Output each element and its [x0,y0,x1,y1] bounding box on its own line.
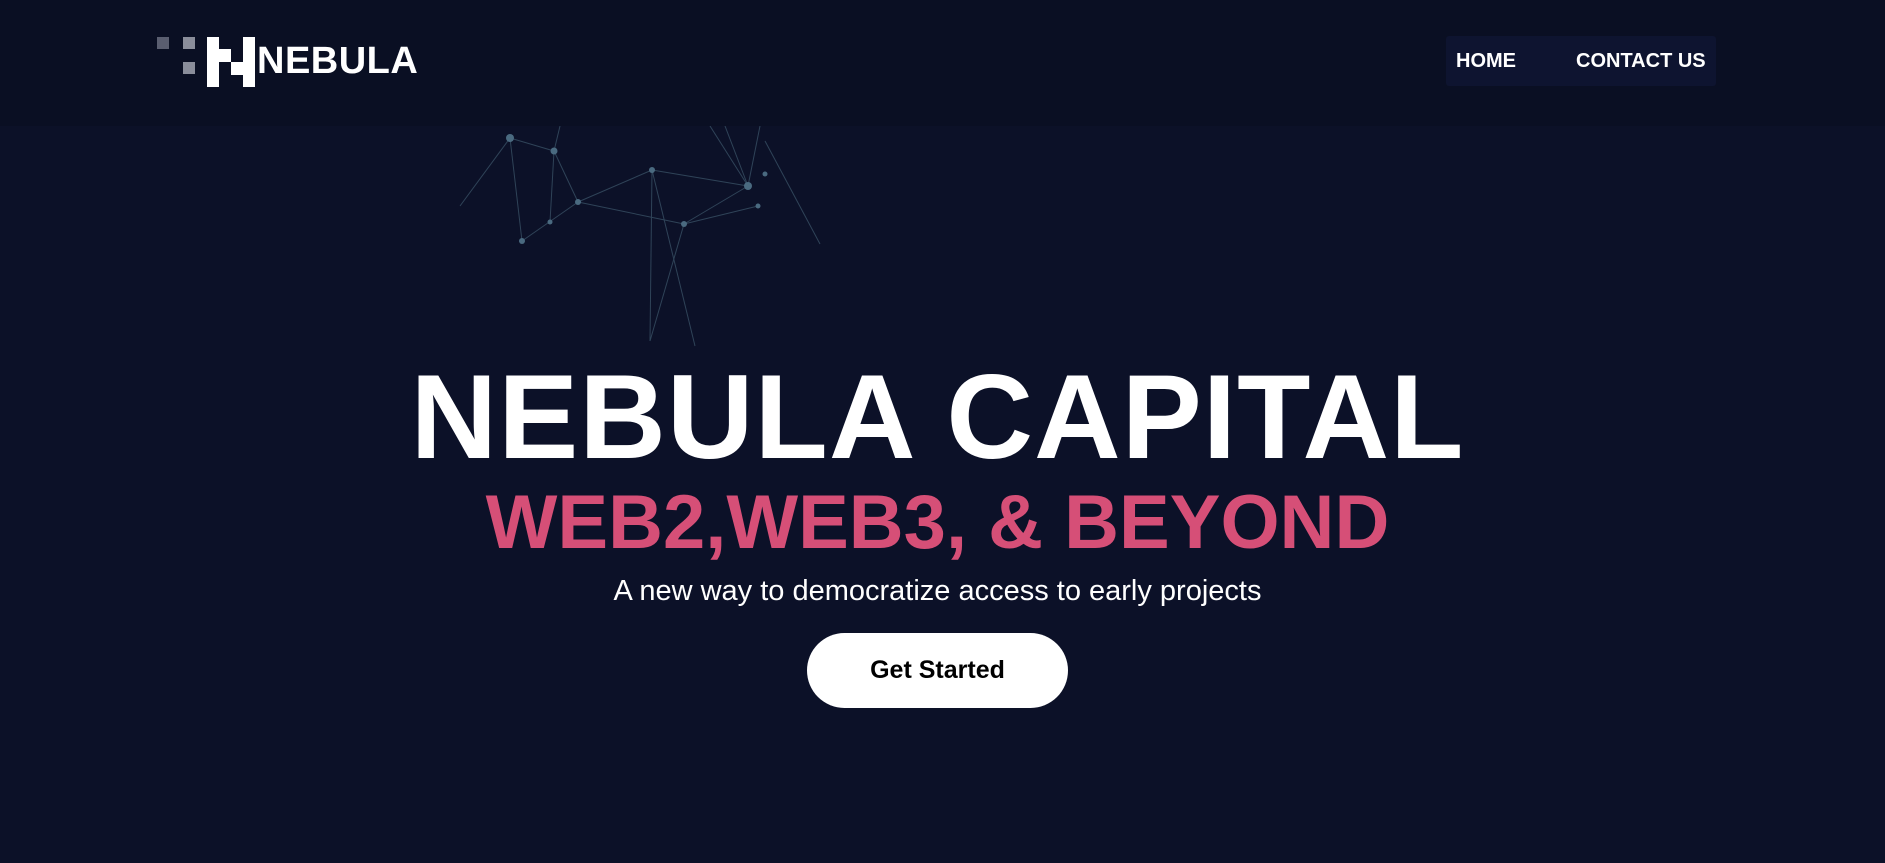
get-started-button[interactable]: Get Started [807,633,1068,708]
network-graph-decoration [459,126,821,347]
brand-name: NEBULA [257,40,419,82]
brand-logo-link[interactable]: NEBULA [157,34,418,88]
main-nav: HOME CONTACT US [1446,36,1716,86]
hero-subtitle: WEB2,WEB3, & BEYOND [485,480,1390,565]
hero-title: NEBULA CAPITAL [410,350,1465,484]
landing-page: NEBULA HOME CONTACT US NEBULA CAPITAL WE… [0,0,1885,863]
nav-contact-link[interactable]: CONTACT US [1576,36,1706,86]
hero-tagline: A new way to democratize access to early… [613,575,1262,607]
nebula-logo-icon [157,37,255,87]
nav-home-link[interactable]: HOME [1456,36,1516,86]
navbar: NEBULA HOME CONTACT US [0,0,1885,126]
